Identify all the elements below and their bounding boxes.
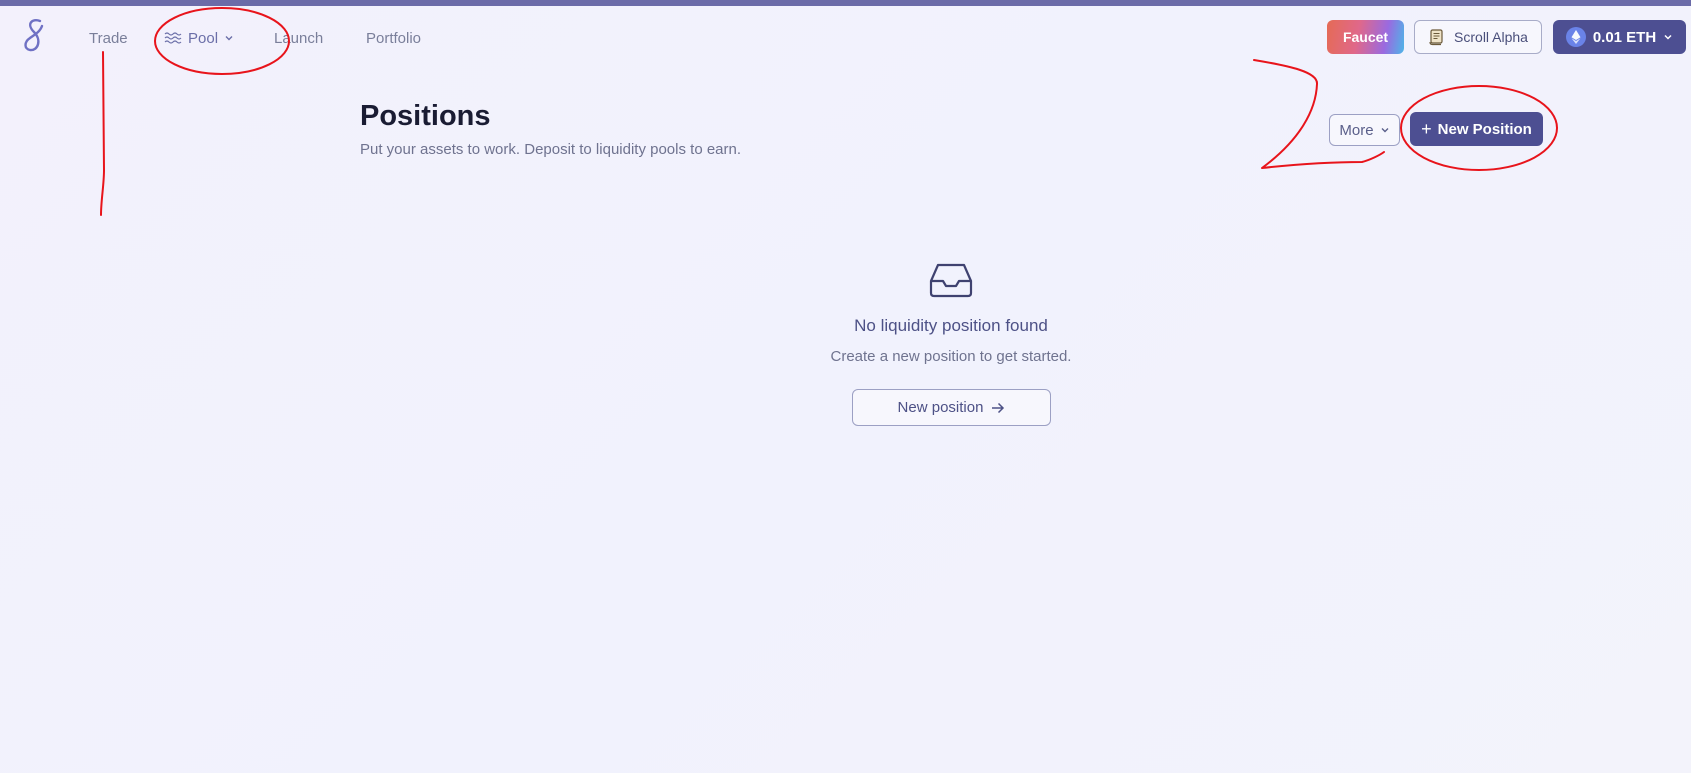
page-title: Positions [360, 100, 491, 132]
empty-new-position-label: New position [897, 399, 984, 416]
empty-state-title: No liquidity position found [854, 316, 1048, 335]
new-position-button[interactable]: + New Position [1410, 112, 1543, 146]
empty-state-new-position-button[interactable]: New position [852, 389, 1051, 426]
annotation-vertical-stroke [100, 51, 106, 216]
inbox-icon [929, 263, 973, 298]
nav-pool[interactable]: Pool [164, 28, 234, 48]
chevron-down-icon [1381, 128, 1389, 133]
nav-portfolio-label: Portfolio [366, 29, 422, 47]
wallet-label: 0.01 ETH [1592, 28, 1657, 46]
network-selector-button[interactable]: Scroll Alpha [1414, 20, 1542, 54]
new-position-label: New Position [1437, 120, 1532, 138]
scroll-icon [1429, 29, 1443, 46]
top-navbar: Trade Pool Launch Portfolio Faucet Scrol… [0, 6, 1691, 70]
arrow-right-icon [992, 402, 1005, 413]
nav-launch-label: Launch [274, 29, 324, 47]
ethereum-icon [1565, 27, 1586, 47]
wallet-balance-button[interactable]: 0.01 ETH [1553, 20, 1686, 54]
chevron-down-icon [225, 36, 233, 41]
waves-icon [164, 32, 182, 44]
chevron-down-icon [1664, 34, 1672, 40]
empty-state-text: Create a new position to get started. [830, 348, 1072, 365]
page-subtitle: Put your assets to work. Deposit to liqu… [360, 141, 742, 158]
nav-launch[interactable]: Launch [274, 28, 323, 48]
network-label: Scroll Alpha [1454, 29, 1528, 45]
more-dropdown-button[interactable]: More [1329, 114, 1400, 146]
faucet-button[interactable]: Faucet [1327, 20, 1404, 54]
more-label: More [1339, 121, 1374, 139]
plus-icon: + [1421, 119, 1432, 139]
nav-trade-label: Trade [89, 29, 128, 47]
nav-portfolio[interactable]: Portfolio [366, 28, 421, 48]
swirl-logo-icon[interactable] [22, 18, 48, 54]
nav-trade[interactable]: Trade [89, 28, 128, 48]
nav-pool-label: Pool [188, 29, 219, 47]
